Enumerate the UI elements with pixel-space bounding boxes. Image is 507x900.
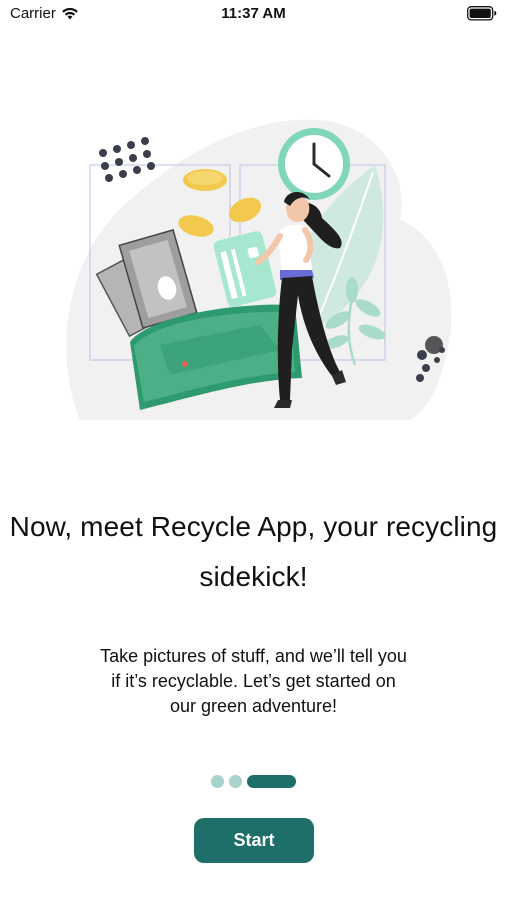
onboarding-illustration [66, 119, 452, 420]
dot-pattern [99, 137, 155, 182]
page-indicator[interactable] [0, 775, 507, 788]
headline-line-1: Now, meet Recycle App, your recycling [9, 511, 498, 542]
battery-icon [467, 6, 497, 21]
start-button[interactable]: Start [194, 818, 314, 863]
onboarding-headline: Now, meet Recycle App, your recycling si… [0, 502, 507, 602]
page-dot-3-active[interactable] [247, 775, 296, 788]
headline-line-2: sidekick! [199, 561, 308, 592]
onboarding-description: Take pictures of stuff, and we’ll tell y… [100, 646, 407, 716]
page-dot-2[interactable] [229, 775, 242, 788]
clock-icon [278, 128, 350, 200]
page-dot-1[interactable] [211, 775, 224, 788]
status-time: 11:37 AM [221, 5, 286, 22]
status-bar: Carrier 11:37 AM [0, 0, 507, 28]
